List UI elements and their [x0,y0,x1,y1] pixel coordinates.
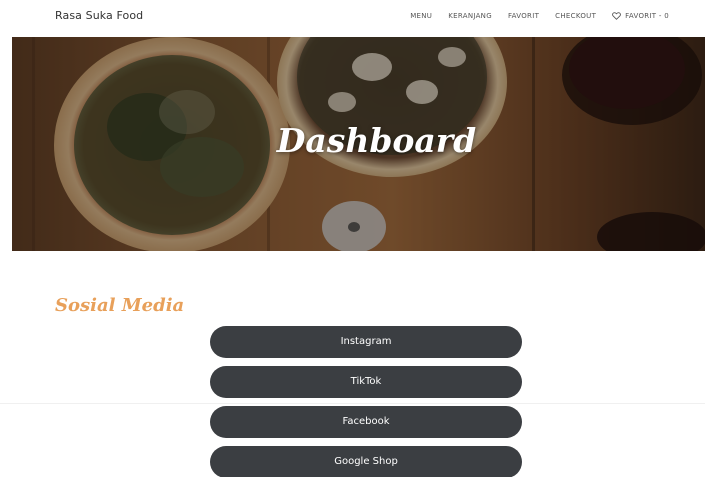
facebook-button[interactable]: Facebook [210,406,522,438]
nav-links: MENU KERANJANG FAVORIT CHECKOUT FAVORIT … [410,12,669,20]
page: Rasa Suka Food MENU KERANJANG FAVORIT CH… [0,0,705,477]
instagram-button[interactable]: Instagram [210,326,522,358]
navbar: Rasa Suka Food MENU KERANJANG FAVORIT CH… [0,0,705,36]
nav-favorit-link[interactable]: FAVORIT [508,12,539,20]
nav-checkout-link[interactable]: CHECKOUT [555,12,596,20]
google-shop-button[interactable]: Google Shop [210,446,522,477]
heart-icon [612,12,622,20]
nav-favorit-count-label: FAVORIT - 0 [625,12,669,20]
nav-checkout-label: CHECKOUT [555,12,597,20]
nav-menu-label: MENU [410,12,433,20]
tiktok-button[interactable]: TikTok [210,366,522,398]
hero-banner: Dashboard [12,37,705,251]
nav-menu-link[interactable]: MENU [410,12,432,20]
divider-line [0,403,705,404]
nav-keranjang-link[interactable]: KERANJANG [448,12,492,20]
brand-link[interactable]: Rasa Suka Food [55,9,143,22]
nav-keranjang-label: KERANJANG [448,12,492,20]
hero-title: Dashboard [276,121,477,160]
nav-favorit-count-link[interactable]: FAVORIT - 0 [612,12,669,20]
section-heading: Sosial Media [55,295,185,316]
nav-favorit-label: FAVORIT [507,12,540,20]
